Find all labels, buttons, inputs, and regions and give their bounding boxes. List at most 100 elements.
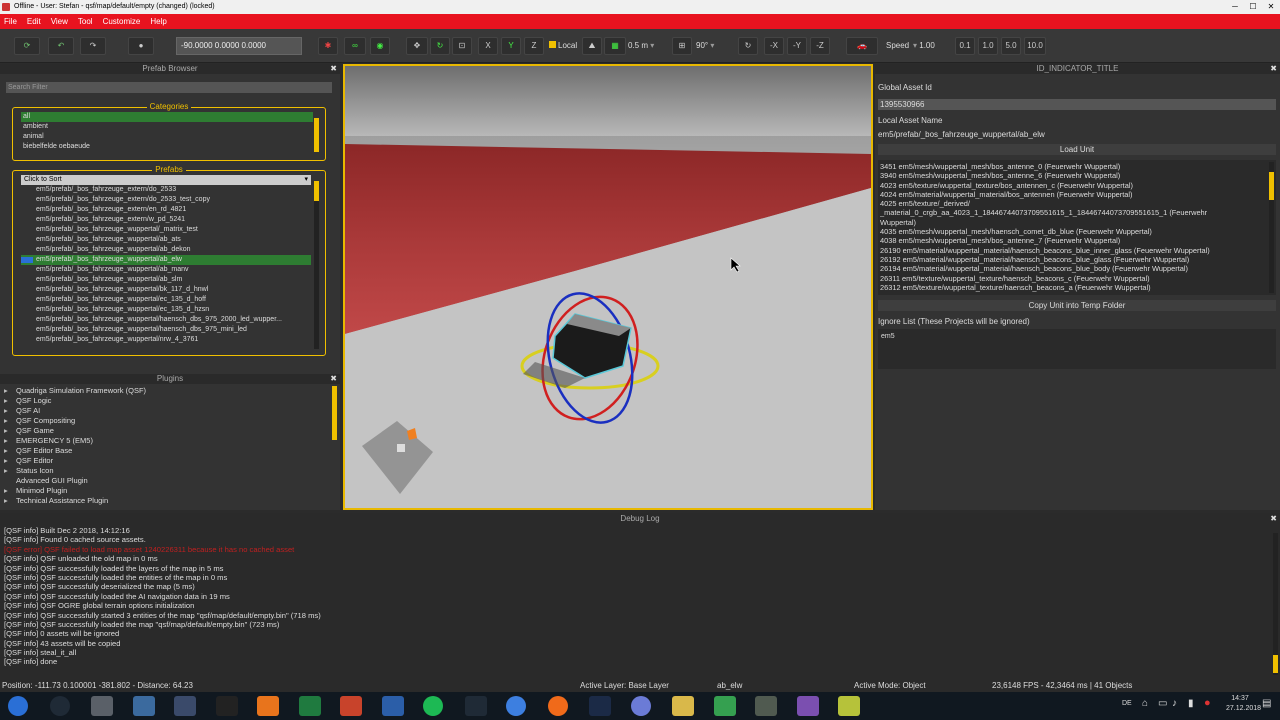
- spotify-icon[interactable]: [423, 696, 443, 716]
- qsf-editor-icon[interactable]: [713, 696, 736, 716]
- angle-snap-icon[interactable]: ⊞: [672, 37, 692, 55]
- prefab-item[interactable]: em5/prefab/_bos_fahrzeuge_wuppertal/ab_d…: [21, 245, 311, 255]
- taskbar-date[interactable]: 27.12.2018: [1226, 705, 1261, 712]
- network-icon[interactable]: ⌂: [1142, 698, 1148, 709]
- prefab-item[interactable]: em5/prefab/_bos_fahrzeuge_wuppertal/ab_e…: [21, 255, 311, 265]
- sort-header[interactable]: Click to Sort ▾: [21, 175, 311, 185]
- prefab-item[interactable]: em5/prefab/_bos_fahrzeuge_wuppertal/haen…: [21, 315, 311, 325]
- minimize-button[interactable]: ─: [1226, 0, 1244, 14]
- plugin-item[interactable]: ▸ QSF Compositing: [4, 416, 340, 426]
- discord-icon[interactable]: [630, 696, 651, 716]
- visual-studio-icon[interactable]: [796, 696, 819, 716]
- maximize-button[interactable]: ☐: [1244, 0, 1262, 14]
- category-item[interactable]: all: [21, 112, 313, 122]
- expand-arrow-icon[interactable]: ▸: [4, 436, 16, 446]
- prefab-item[interactable]: em5/prefab/_bos_fahrzeuge_extern/do_2533…: [21, 195, 311, 205]
- eye-icon[interactable]: ◉: [370, 37, 390, 55]
- log-scrollbar[interactable]: [1273, 655, 1278, 673]
- camera-speed-icon[interactable]: 🚗: [846, 37, 878, 55]
- powerpoint-icon[interactable]: [340, 696, 362, 716]
- rotation-step-select[interactable]: 90° ▾: [696, 37, 736, 55]
- plugin-item[interactable]: ▸ QSF Editor Base: [4, 446, 340, 456]
- expand-arrow-icon[interactable]: ▸: [4, 466, 16, 476]
- category-item[interactable]: animal: [21, 132, 325, 142]
- prefab-item[interactable]: em5/prefab/_bos_fahrzeuge_extern/w_pd_52…: [21, 215, 311, 225]
- grid-icon[interactable]: ▦: [604, 37, 626, 55]
- 3d-viewport[interactable]: [343, 64, 873, 510]
- position-input[interactable]: -90.0000 0.0000 0.0000: [176, 37, 302, 55]
- expand-arrow-icon[interactable]: ▸: [4, 386, 16, 396]
- notes-app-icon[interactable]: [838, 696, 860, 716]
- prefab-item[interactable]: em5/prefab/_bos_fahrzeuge_wuppertal/_mat…: [21, 225, 311, 235]
- copy-unit-button[interactable]: Copy Unit into Temp Folder: [878, 300, 1276, 311]
- terminal-app-icon[interactable]: [215, 696, 238, 716]
- speed-preset-3[interactable]: 10.0: [1024, 37, 1046, 55]
- plugin-item[interactable]: ▸ Status Icon: [4, 466, 340, 476]
- expand-arrow-icon[interactable]: ▸: [4, 406, 16, 416]
- file-explorer-icon[interactable]: [672, 696, 694, 716]
- neg-x-button[interactable]: -X: [764, 37, 784, 55]
- editor-app-icon[interactable]: [464, 696, 487, 716]
- notepad-icon[interactable]: [755, 696, 777, 716]
- prefab-item[interactable]: em5/prefab/_bos_fahrzeuge_wuppertal/ab_a…: [21, 235, 311, 245]
- axis-z-button[interactable]: Z: [524, 37, 544, 55]
- prefab-item[interactable]: em5/prefab/_bos_fahrzeuge_wuppertal/ab_m…: [21, 265, 311, 275]
- terrain-snap-icon[interactable]: ⛰: [582, 37, 602, 55]
- axis-x-button[interactable]: X: [478, 37, 498, 55]
- categories-scrollbar[interactable]: [314, 118, 319, 152]
- language-indicator[interactable]: DE: [1122, 700, 1132, 707]
- menu-view[interactable]: View: [51, 17, 68, 26]
- expand-arrow-icon[interactable]: ▸: [4, 496, 16, 506]
- redo-icon[interactable]: ↷: [80, 37, 106, 55]
- flag-app-icon[interactable]: [132, 696, 155, 716]
- tool-app-icon[interactable]: [91, 696, 113, 716]
- volume-icon[interactable]: ♪: [1172, 698, 1177, 709]
- expand-arrow-icon[interactable]: ▸: [4, 486, 16, 496]
- plugins-scrollbar[interactable]: [332, 386, 337, 440]
- close-button[interactable]: ✕: [1262, 0, 1280, 14]
- plugin-item[interactable]: Advanced GUI Plugin: [4, 476, 340, 486]
- windows-start-icon[interactable]: [8, 696, 28, 716]
- prefab-item[interactable]: em5/prefab/_bos_fahrzeuge_wuppertal/ec_1…: [21, 295, 311, 305]
- axis-y-button[interactable]: Y: [501, 37, 521, 55]
- neg-y-button[interactable]: -Y: [787, 37, 807, 55]
- plugin-item[interactable]: ▸ QSF Editor: [4, 456, 340, 466]
- excel-icon[interactable]: [298, 696, 321, 716]
- plugin-item[interactable]: ▸ QSF AI: [4, 406, 340, 416]
- prefabs-scrollbar[interactable]: [314, 181, 319, 201]
- category-item[interactable]: biebelfelde oebaeude: [21, 142, 325, 152]
- menu-help[interactable]: Help: [150, 17, 166, 26]
- action-center-icon[interactable]: ▤: [1262, 698, 1271, 709]
- chrome-icon[interactable]: [506, 696, 526, 716]
- origin-icon[interactable]: [547, 696, 568, 716]
- plugin-item[interactable]: ▸ QSF Game: [4, 426, 340, 436]
- undo-icon[interactable]: ↶: [48, 37, 74, 55]
- battery-icon[interactable]: ▮: [1188, 698, 1194, 709]
- play-stop-icon[interactable]: ●: [128, 37, 154, 55]
- global-asset-field[interactable]: 1395530966: [878, 99, 1276, 110]
- prefab-item[interactable]: em5/prefab/_bos_fahrzeuge_extern/do_2533: [21, 185, 311, 195]
- cortana-icon[interactable]: [49, 696, 70, 716]
- load-unit-button[interactable]: Load Unit: [878, 144, 1276, 155]
- prefab-item[interactable]: em5/prefab/_bos_fahrzeuge_wuppertal/ec_1…: [21, 305, 311, 315]
- menu-customize[interactable]: Customize: [103, 17, 141, 26]
- expand-arrow-icon[interactable]: ▸: [4, 426, 16, 436]
- steam-icon[interactable]: [589, 696, 611, 716]
- grid-size-select[interactable]: 0.5 m ▾: [628, 37, 668, 55]
- local-toggle[interactable]: Local: [549, 37, 577, 55]
- menu-tool[interactable]: Tool: [78, 17, 93, 26]
- word-icon[interactable]: [381, 696, 404, 716]
- prefab-item[interactable]: em5/prefab/_bos_fahrzeuge_extern/en_rd_4…: [21, 205, 311, 215]
- folder-tray-icon[interactable]: ▭: [1158, 698, 1167, 709]
- plugin-item[interactable]: ▸ QSF Logic: [4, 396, 340, 406]
- music-app-icon[interactable]: [174, 696, 196, 716]
- expand-arrow-icon[interactable]: ▸: [4, 446, 16, 456]
- speed-select[interactable]: ▾ 1.00: [913, 37, 953, 55]
- move-icon[interactable]: ✥: [406, 37, 428, 55]
- plugin-item[interactable]: ▸ Quadriga Simulation Framework (QSF): [4, 386, 340, 396]
- prefab-item[interactable]: em5/prefab/_bos_fahrzeuge_wuppertal/ab_s…: [21, 275, 311, 285]
- firefox-icon[interactable]: [257, 696, 279, 716]
- expand-arrow-icon[interactable]: ▸: [4, 396, 16, 406]
- expand-arrow-icon[interactable]: ▸: [4, 416, 16, 426]
- rotate-icon[interactable]: ↻: [430, 37, 450, 55]
